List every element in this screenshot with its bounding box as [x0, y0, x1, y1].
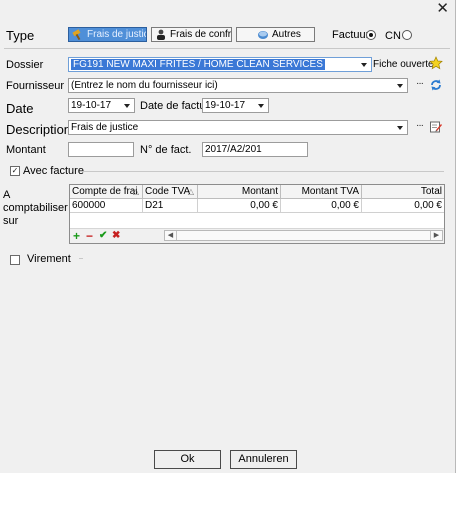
comptabilisation-grid: Compte de frai △ Code TVA △ Montant Montan… — [69, 184, 445, 244]
cancel-icon[interactable]: ✖ — [112, 230, 120, 242]
cn-label: CN — [385, 30, 401, 42]
column-header-montant[interactable]: Montant — [198, 185, 281, 199]
fournisseur-select[interactable]: (Entrez le nom du fournisseur ici) — [68, 78, 408, 93]
column-header-total[interactable]: Total — [362, 185, 444, 199]
scroll-left-icon[interactable]: ◀ — [165, 231, 177, 240]
sort-icon: △ — [132, 187, 139, 196]
avec-facture-checkbox[interactable]: ✓ — [10, 166, 20, 176]
person-icon — [157, 29, 165, 40]
frais-de-justice-button[interactable]: Frais de justice — [68, 27, 147, 42]
disk-icon — [258, 31, 268, 39]
frais-de-confrere-button[interactable]: Frais de confrère — [151, 27, 232, 42]
virement-label: Virement — [27, 253, 71, 265]
add-icon[interactable]: + — [73, 230, 80, 242]
gavel-icon — [72, 29, 81, 40]
scroll-right-icon[interactable]: ▶ — [430, 231, 442, 240]
factuur-radio[interactable] — [366, 30, 376, 40]
type-label: Type — [6, 28, 35, 43]
column-header-montant-tva[interactable]: Montant TVA — [281, 185, 362, 199]
chevron-down-icon — [124, 104, 130, 108]
horizontal-scrollbar[interactable]: ◀ ▶ — [164, 230, 443, 241]
annuleren-button[interactable]: Annuleren — [230, 450, 297, 469]
more-options-button[interactable]: ··· — [413, 121, 426, 134]
description-select[interactable]: Frais de justice — [68, 120, 408, 135]
description-label: Description — [6, 122, 72, 137]
dossier-label: Dossier — [6, 59, 44, 71]
title-bar: ✕ — [0, 0, 455, 18]
edit-note-icon[interactable] — [429, 120, 443, 134]
fournisseur-placeholder: (Entrez le nom du fournisseur ici) — [71, 80, 218, 91]
table-cell-compte[interactable]: 600000 — [70, 199, 143, 213]
chevron-down-icon — [397, 84, 403, 88]
factuur-label: Factuur — [332, 29, 370, 41]
refresh-icon[interactable] — [429, 78, 443, 92]
frais-de-justice-label: Frais de justice — [87, 29, 146, 40]
description-value: Frais de justice — [71, 122, 139, 133]
table-cell-montant-tva[interactable]: 0,00 € — [281, 199, 362, 213]
divider — [4, 48, 450, 49]
dossier-select[interactable]: FG191 NEW MAXI FRITES / HOME CLEAN SERVI… — [68, 57, 372, 72]
divider — [80, 171, 444, 172]
autres-label: Autres — [272, 29, 301, 40]
column-header-code-tva[interactable]: Code TVA △ — [143, 185, 198, 199]
virement-checkbox[interactable] — [10, 255, 20, 265]
check-icon[interactable]: ✔ — [99, 230, 107, 242]
table-cell-total[interactable]: 0,00 € — [362, 199, 444, 213]
remove-icon[interactable]: − — [86, 230, 93, 242]
table-cell-montant[interactable]: 0,00 € — [198, 199, 281, 213]
chevron-down-icon — [361, 63, 367, 67]
star-icon[interactable] — [429, 56, 443, 70]
avec-facture-label: Avec facture — [23, 165, 84, 177]
fiche-ouverte-label: Fiche ouverte — [373, 59, 434, 70]
close-icon[interactable]: ✕ — [436, 1, 449, 16]
date-de-facture-value: 19-10-17 — [205, 100, 246, 111]
column-header-compte[interactable]: Compte de frai △ — [70, 185, 143, 199]
cn-radio[interactable] — [402, 30, 412, 40]
date-label: Date — [6, 101, 34, 116]
annuleren-label: Annuleren — [238, 453, 289, 465]
chevron-down-icon — [397, 126, 403, 130]
date-picker[interactable]: 19-10-17 — [68, 98, 135, 113]
chevron-down-icon — [258, 104, 264, 108]
montant-label: Montant — [6, 144, 46, 156]
date-value: 19-10-17 — [71, 100, 112, 111]
dossier-value: FG191 NEW MAXI FRITES / HOME CLEAN SERVI… — [71, 59, 325, 70]
numero-facture-label: N° de fact. — [140, 144, 192, 156]
date-de-facture-picker[interactable]: 19-10-17 — [202, 98, 269, 113]
frais-de-confrere-label: Frais de confrère — [170, 29, 232, 40]
more-options-button[interactable]: ··· — [413, 79, 426, 92]
sort-icon: △ — [187, 187, 194, 196]
numero-facture-input[interactable]: 2017/A2/201 — [202, 142, 308, 157]
numero-facture-value: 2017/A2/201 — [205, 144, 262, 155]
table-cell-code-tva[interactable]: D21 — [143, 199, 198, 213]
fournisseur-label: Fournisseur — [6, 80, 65, 92]
autres-button[interactable]: Autres — [236, 27, 315, 42]
comptabiliser-label: A comptabiliser sur — [3, 189, 68, 227]
grid-toolbar: + − ✔ ✖ ◀ ▶ — [70, 228, 444, 243]
ok-label: Ok — [180, 453, 195, 465]
montant-input[interactable] — [68, 142, 134, 157]
dialog-window: ✕ Type Frais de justice Frais de confrèr… — [0, 0, 456, 473]
divider — [79, 258, 83, 259]
ok-button[interactable]: Ok — [154, 450, 221, 469]
